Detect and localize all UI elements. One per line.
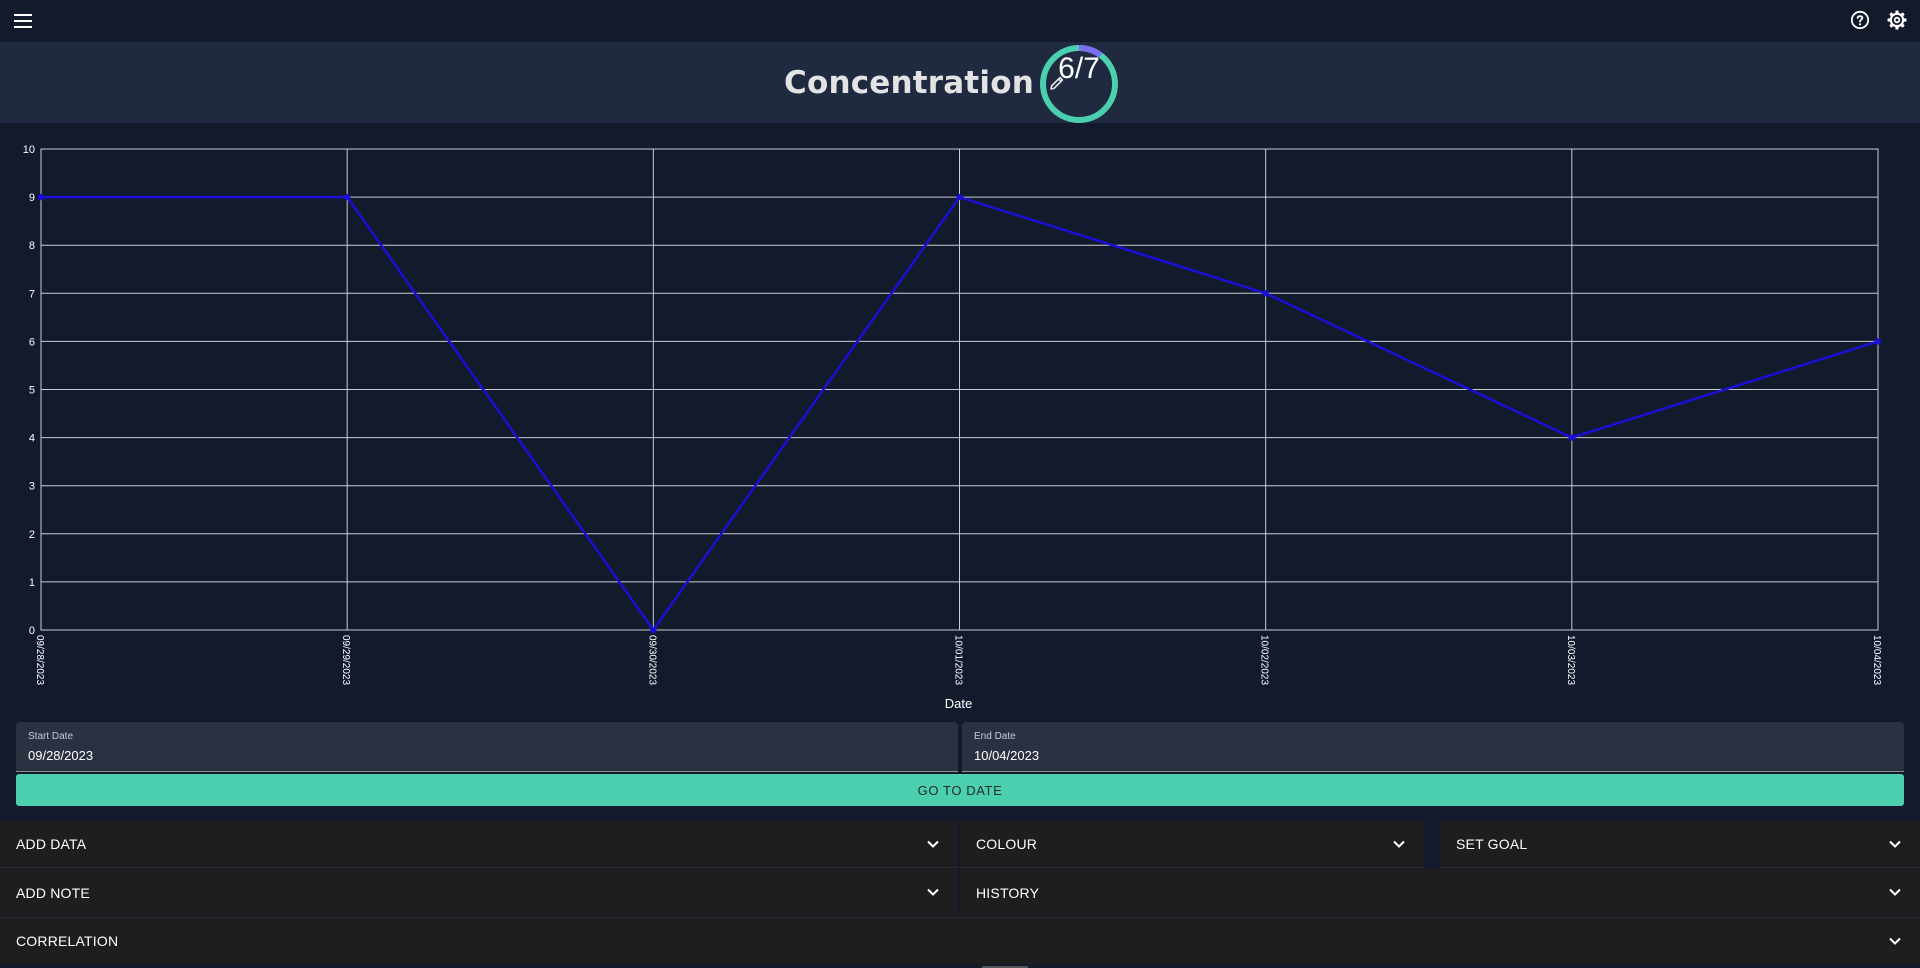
- go-to-date-button[interactable]: GO TO DATE: [16, 774, 1904, 806]
- chevron-down-icon: [1889, 888, 1901, 896]
- y-tick-label: 1: [29, 577, 35, 589]
- x-tick-label: 10/01/2023: [953, 635, 964, 685]
- start-date-input[interactable]: [28, 748, 328, 763]
- start-date-field[interactable]: Start Date: [16, 722, 958, 772]
- panel-colour-label: COLOUR: [976, 836, 1038, 852]
- data-point: [1568, 434, 1576, 441]
- end-date-input[interactable]: [974, 748, 1274, 763]
- x-tick-label: 10/03/2023: [1565, 635, 1576, 685]
- chevron-down-icon: [1889, 840, 1901, 848]
- end-date-label: End Date: [974, 731, 1016, 742]
- y-tick-label: 8: [29, 240, 35, 252]
- chevron-down-icon: [927, 840, 939, 848]
- chevron-down-icon: [1889, 937, 1901, 945]
- panel-colour[interactable]: COLOUR: [960, 821, 1424, 868]
- data-point: [1874, 338, 1882, 345]
- y-tick-label: 2: [29, 529, 35, 541]
- line-chart: 01234567891009/28/2023 09/29/2023 09/30/20…: [23, 144, 1882, 711]
- x-tick-label: 10/02/2023: [1259, 635, 1270, 685]
- help-circle-icon[interactable]: [1846, 6, 1874, 34]
- panel-add-data[interactable]: ADD DATA: [0, 821, 958, 868]
- goal-progress-text: 6/7: [1058, 52, 1100, 85]
- panel-add-note[interactable]: ADD NOTE: [0, 869, 958, 916]
- data-point: [650, 626, 657, 634]
- top-app-bar: [0, 0, 1920, 42]
- panel-set-goal-label: SET GOAL: [1456, 836, 1528, 852]
- panel-correlation[interactable]: CORRELATION: [0, 917, 1920, 964]
- page-title: Concentration: [784, 64, 1035, 101]
- x-tick-label: 10/04/2023: [1871, 635, 1882, 685]
- panel-add-note-label: ADD NOTE: [16, 884, 90, 901]
- panel-set-goal[interactable]: SET GOAL: [1440, 821, 1920, 868]
- panel-history[interactable]: HISTORY: [960, 869, 1920, 916]
- menu-icon[interactable]: [9, 7, 37, 35]
- start-date-label: Start Date: [28, 731, 74, 742]
- data-point: [956, 193, 963, 201]
- title-bar: Concentration 6/7: [0, 42, 1920, 123]
- x-tick-label: 09/29/2023: [340, 635, 351, 685]
- chevron-down-icon: [927, 888, 939, 896]
- panel-add-data-label: ADD DATA: [16, 836, 87, 852]
- x-axis-label: Date: [945, 696, 972, 711]
- y-tick-label: 3: [29, 481, 35, 493]
- data-point: [343, 193, 351, 201]
- end-date-field[interactable]: End Date: [962, 722, 1904, 772]
- y-tick-label: 5: [29, 385, 35, 397]
- y-tick-label: 10: [23, 144, 35, 156]
- chevron-down-icon: [1393, 840, 1405, 848]
- title-group: Concentration: [784, 42, 1068, 123]
- x-tick-label: 09/28/2023: [34, 635, 45, 685]
- y-tick-label: 7: [29, 288, 35, 300]
- y-tick-label: 6: [29, 336, 35, 348]
- data-point: [37, 193, 45, 201]
- gear-icon[interactable]: [1883, 6, 1911, 34]
- y-tick-label: 4: [29, 433, 35, 445]
- x-tick-label: 09/30/2023: [646, 635, 657, 685]
- y-tick-label: 9: [29, 192, 35, 204]
- panel-correlation-label: CORRELATION: [16, 933, 119, 949]
- panel-history-label: HISTORY: [976, 884, 1040, 901]
- data-point: [1262, 290, 1269, 297]
